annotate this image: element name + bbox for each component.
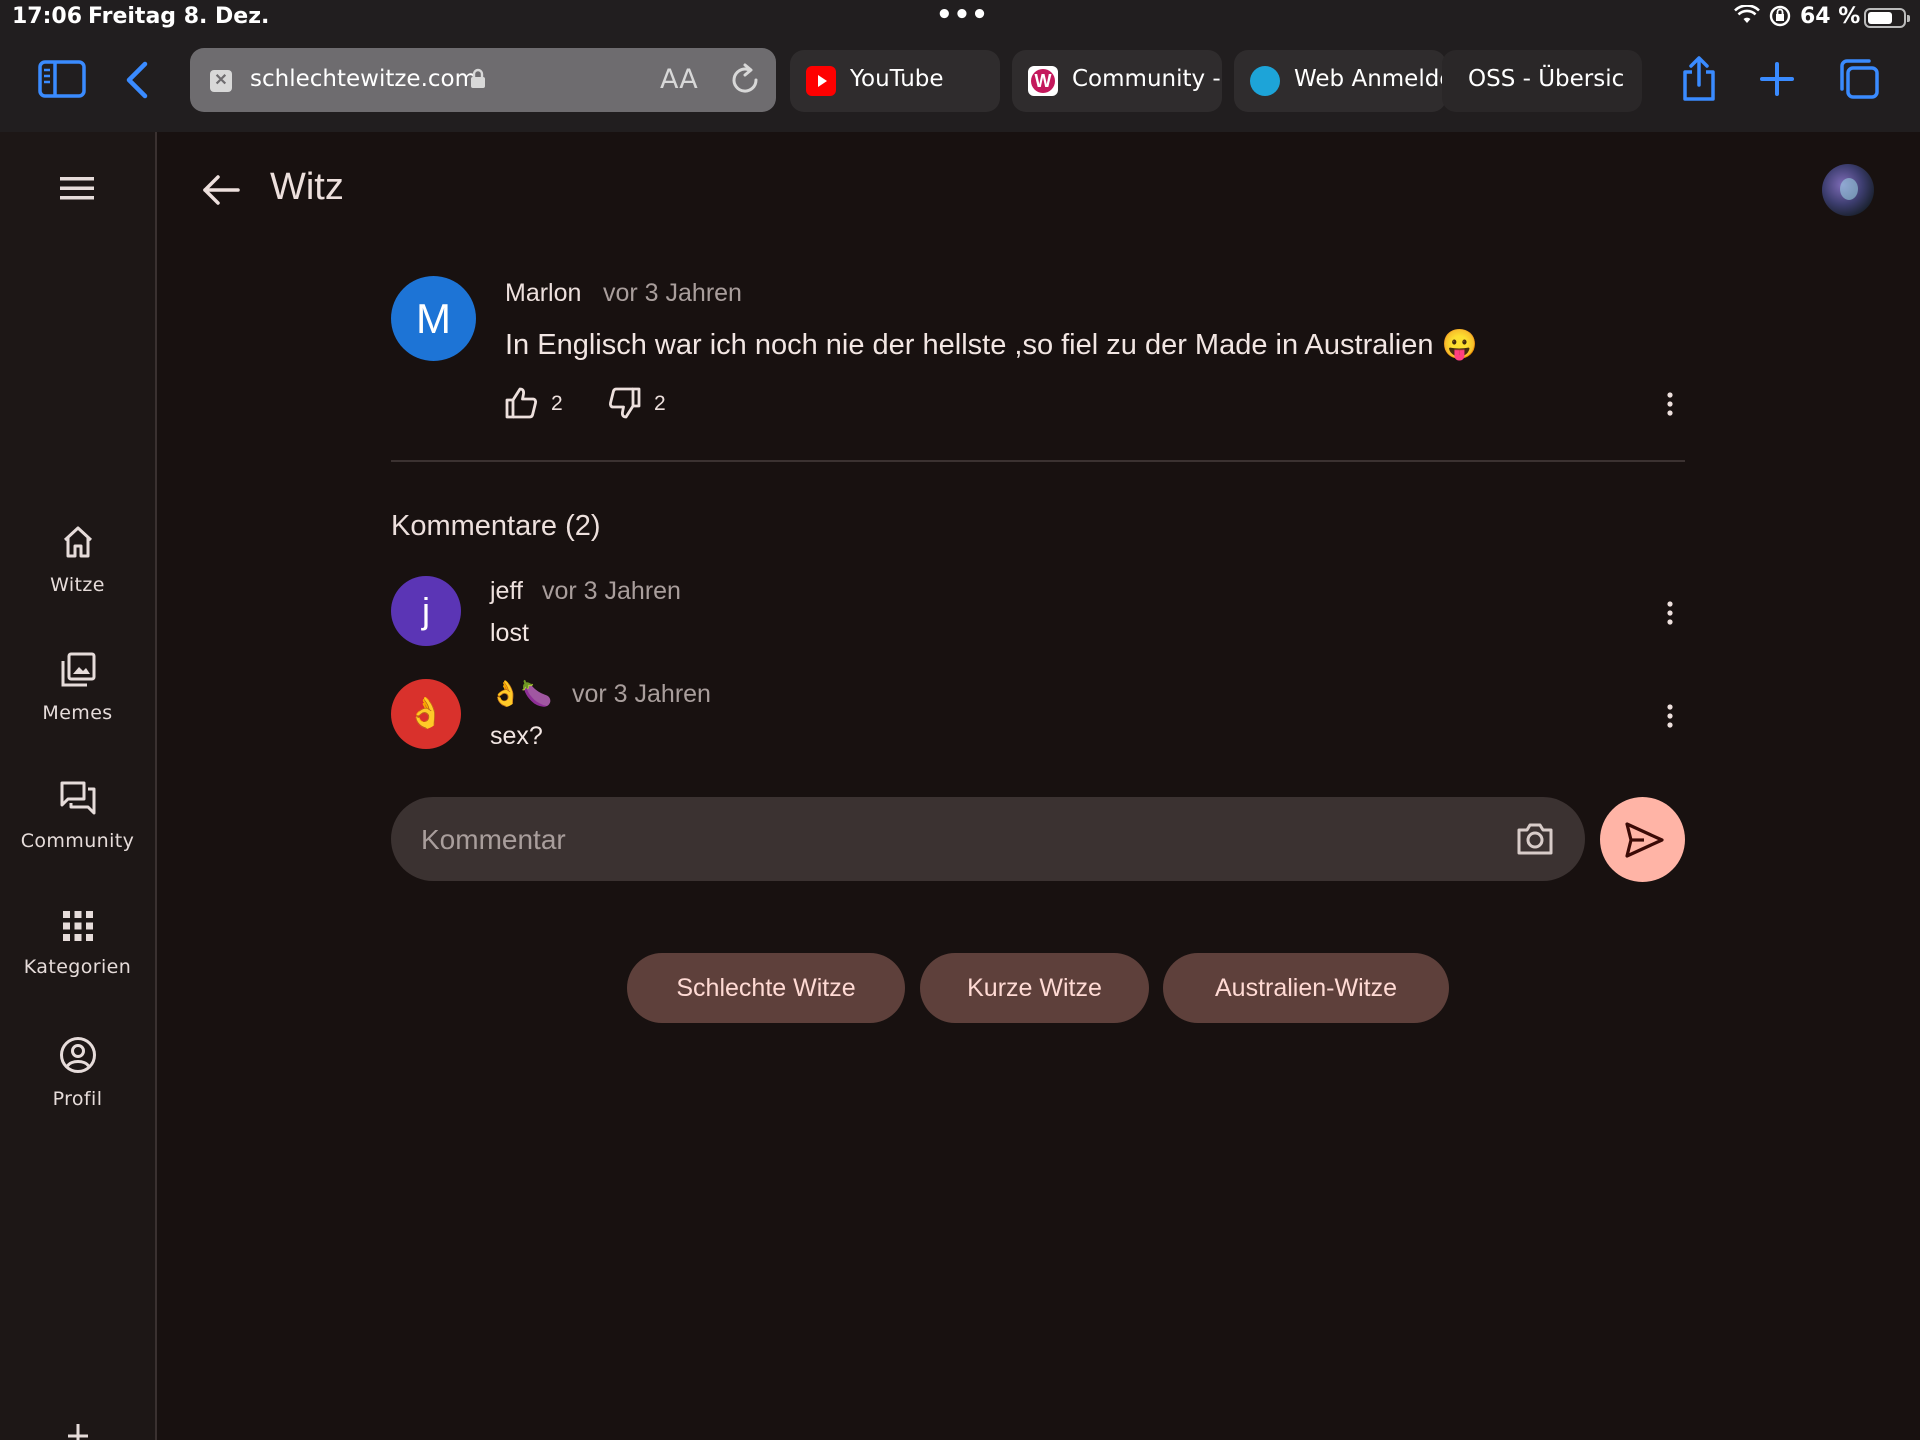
nav-item-profil[interactable]: Profil [0,1036,155,1110]
community-favicon-icon: W [1028,66,1058,96]
thumbs-down-icon[interactable] [608,386,642,420]
tab-label: OSS - Übersic [1468,66,1625,92]
post-author-avatar[interactable]: M [391,276,476,361]
comment-more-options-icon[interactable] [1665,601,1675,625]
tag-chip-kurze-witze[interactable]: Kurze Witze [920,953,1149,1023]
tab-community[interactable]: W Community - I [1012,50,1222,112]
status-time: 17:06 [12,4,83,29]
page-title: Witz [270,166,344,208]
tag-chip-schlechte-witze[interactable]: Schlechte Witze [627,953,905,1023]
comment-avatar[interactable]: j [391,576,461,646]
battery-percentage: 64 % [1800,4,1861,29]
tab-label: YouTube [850,66,944,92]
address-url[interactable]: schlechtewitze.com [250,66,477,92]
site-favicon-icon: ✕ [210,70,232,92]
wifi-icon [1734,5,1760,23]
thumbs-up-icon[interactable] [504,386,538,420]
comment-more-options-icon[interactable] [1665,704,1675,728]
post-author-name[interactable]: Marlon [505,279,581,308]
comment-input[interactable] [419,797,1483,883]
sidebar-toggle-icon[interactable] [38,60,86,98]
joke-text: In Englisch war ich noch nie der hellste… [505,329,1478,361]
orientation-lock-icon [1769,5,1791,27]
multitasking-dots-icon[interactable]: ••• [936,0,989,30]
settings-partial-icon[interactable] [66,1422,90,1440]
comments-heading: Kommentare (2) [391,510,601,542]
post-more-options-icon[interactable] [1665,392,1675,416]
post-timestamp: vor 3 Jahren [603,279,742,307]
status-date: Freitag 8. Dez. [88,4,270,29]
web-login-favicon-icon [1250,66,1280,96]
send-icon [1625,822,1664,858]
tab-label: Community - I [1072,66,1222,92]
nav-label: Witze [50,574,105,596]
comment-avatar[interactable]: 👌 [391,679,461,749]
nav-item-witze[interactable]: Witze [0,524,155,596]
secure-lock-icon [471,68,485,88]
battery-icon [1864,8,1910,28]
new-tab-plus-icon[interactable] [1760,62,1794,96]
camera-icon[interactable] [1515,821,1555,857]
comment-text: lost [490,619,529,647]
user-avatar[interactable] [1822,164,1874,216]
browser-toolbar: ✕ schlechtewitze.com AA YouTube W Commun… [0,34,1920,132]
comment-author[interactable]: jeff [490,577,523,606]
navigation-rail: Witze Memes Community Kategorien Profil [0,132,157,1440]
comment-timestamp: vor 3 Jahren [542,577,681,605]
nav-label: Community [20,830,135,852]
nav-label: Memes [42,702,113,724]
nav-item-memes[interactable]: Memes [0,652,155,724]
home-icon [63,526,92,558]
menu-icon[interactable] [60,176,94,200]
image-icon [61,652,95,687]
account-circle-icon [59,1037,96,1073]
apps-grid-icon [62,911,93,941]
comment-author[interactable]: 👌🍆 [490,680,552,709]
tab-youtube[interactable]: YouTube [790,50,1000,112]
dislike-count: 2 [654,392,666,415]
address-bar[interactable]: ✕ schlechtewitze.com AA [190,48,776,112]
like-count: 2 [551,392,563,415]
tab-web-anmeldung[interactable]: Web Anmelde [1234,50,1446,112]
send-comment-button[interactable] [1600,797,1685,882]
nav-item-community[interactable]: Community [0,780,155,852]
browser-back-icon[interactable] [124,60,150,100]
status-bar: 17:06 Freitag 8. Dez. ••• 64 % [0,0,1920,34]
section-divider [391,460,1685,462]
nav-label: Kategorien [23,956,132,978]
share-icon[interactable] [1680,56,1718,102]
tag-chip-australien-witze[interactable]: Australien-Witze [1163,953,1449,1023]
forum-icon [60,781,95,815]
nav-label: Profil [52,1088,103,1110]
nav-item-kategorien[interactable]: Kategorien [0,910,155,978]
tab-overview-icon[interactable] [1836,58,1880,100]
comment-timestamp: vor 3 Jahren [572,680,711,708]
tab-oss-uebersicht[interactable]: OSS - Übersic [1442,50,1642,112]
comment-text: sex? [490,722,543,750]
comment-input-container [391,797,1585,883]
tab-label: Web Anmelde [1294,66,1446,92]
back-arrow-icon[interactable] [200,172,242,208]
reader-text-size-button[interactable]: AA [660,64,698,95]
reload-icon[interactable] [728,63,762,97]
youtube-favicon-icon [806,66,836,96]
